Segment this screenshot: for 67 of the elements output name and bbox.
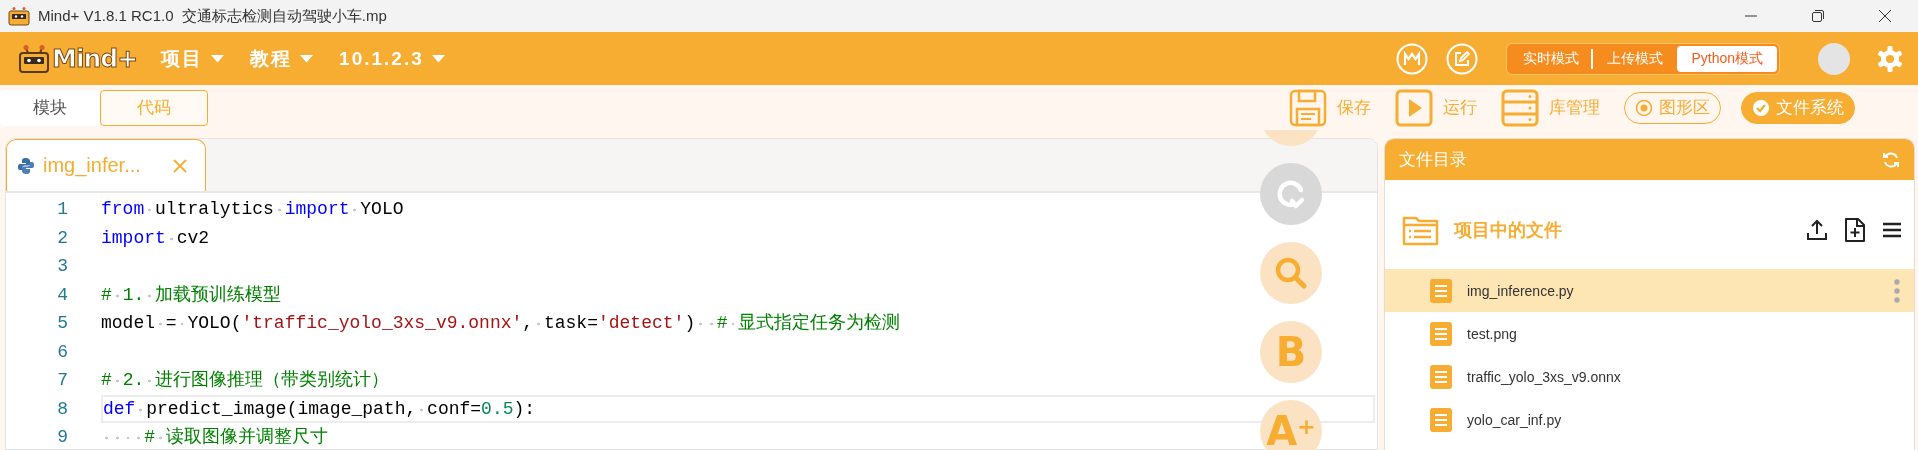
toolbar-button[interactable]: 运行 [1395,88,1477,127]
file-icon [1430,407,1452,432]
python-icon [17,156,35,175]
file-name: img_inference.py [1467,282,1574,299]
search-icon [1273,255,1309,291]
folder-title: 项目中的文件 [1454,218,1562,242]
target-icon [1635,98,1653,117]
code-line: model = YOLO('traffic_yolo_3xs_v9.onnx', task='detect') # 显式指定任务为检测 [101,312,902,335]
file-row[interactable]: traffic_yolo_3xs_v9.onnx [1385,355,1914,398]
chart-icon[interactable] [1396,42,1429,75]
file-row[interactable]: yolo_car_inf.py [1385,398,1914,441]
line-number: 5 [56,313,68,334]
toolbar-button[interactable]: 库管理 [1501,88,1600,127]
close-icon[interactable] [1877,9,1892,23]
mode-tab[interactable]: 实时模式 [1509,45,1594,72]
caret-icon [431,54,445,63]
save-icon [1289,88,1327,127]
more-icon[interactable] [1894,278,1900,303]
line-number: 7 [56,370,68,391]
mode-tab[interactable]: 上传模式 [1593,45,1678,72]
file-tab[interactable]: img_infer... [6,139,206,191]
line-number: 8 [56,398,68,419]
avatar[interactable] [1818,42,1850,75]
restore-icon[interactable] [1810,9,1825,23]
settings-icon[interactable] [1876,44,1904,73]
new-file-icon[interactable] [1844,217,1866,242]
code-line: from ultralytics import YOLO [101,198,405,221]
caret-icon [211,54,225,63]
toggle-button[interactable]: 文件系统 [1741,91,1855,124]
menu-button[interactable]: 教程 [250,45,314,72]
server-icon [1501,88,1539,127]
line-number: 2 [56,227,68,248]
play-icon [1395,88,1433,127]
code-line: # 2. 进行图像推理（带类别统计） [101,369,391,392]
file-icon [1430,321,1452,346]
line-number: 3 [56,256,68,277]
file-row[interactable]: img_inference.py [1385,269,1914,312]
menu-icon[interactable] [1882,220,1902,239]
file-name: yolo_car_inf.py [1467,411,1562,428]
line-number: 1 [56,199,68,220]
caret-icon [300,54,314,63]
refresh-icon[interactable] [1882,150,1900,169]
logo-text: Mind+ [52,44,138,73]
check-icon [1752,98,1770,117]
robot-logo-icon [18,43,50,74]
menu-button[interactable]: 项目 [161,45,225,72]
line-number: 9 [56,427,68,448]
line-number: 6 [56,341,68,362]
mode-tab[interactable]: Python模式 [1677,45,1777,72]
view-tab[interactable]: 代码 [100,89,208,126]
code-line: # 1. 加载预训练模型 [101,283,283,307]
app-icon [8,6,30,26]
file-name: test.png [1467,325,1517,342]
file-name: traffic_yolo_3xs_v9.onnx [1467,368,1621,385]
panel-title: 文件目录 [1399,149,1467,171]
file-row[interactable]: test.png [1385,312,1914,355]
window-title: Mind+ V1.8.1 RC1.0 交通标志检测自动驾驶小车.mp [38,6,387,26]
file-icon [1430,364,1452,389]
view-tab[interactable]: 模块 [0,89,100,126]
tab-title: img_infer... [43,154,141,177]
edit-icon[interactable] [1446,42,1479,75]
line-number: 4 [56,284,68,305]
menu-button[interactable]: 10.1.2.3 [339,47,445,70]
file-icon [1430,278,1452,303]
code-line: import cv2 [101,226,211,250]
toolbar-button[interactable]: 保存 [1289,88,1371,127]
upload-icon[interactable] [1806,218,1828,241]
